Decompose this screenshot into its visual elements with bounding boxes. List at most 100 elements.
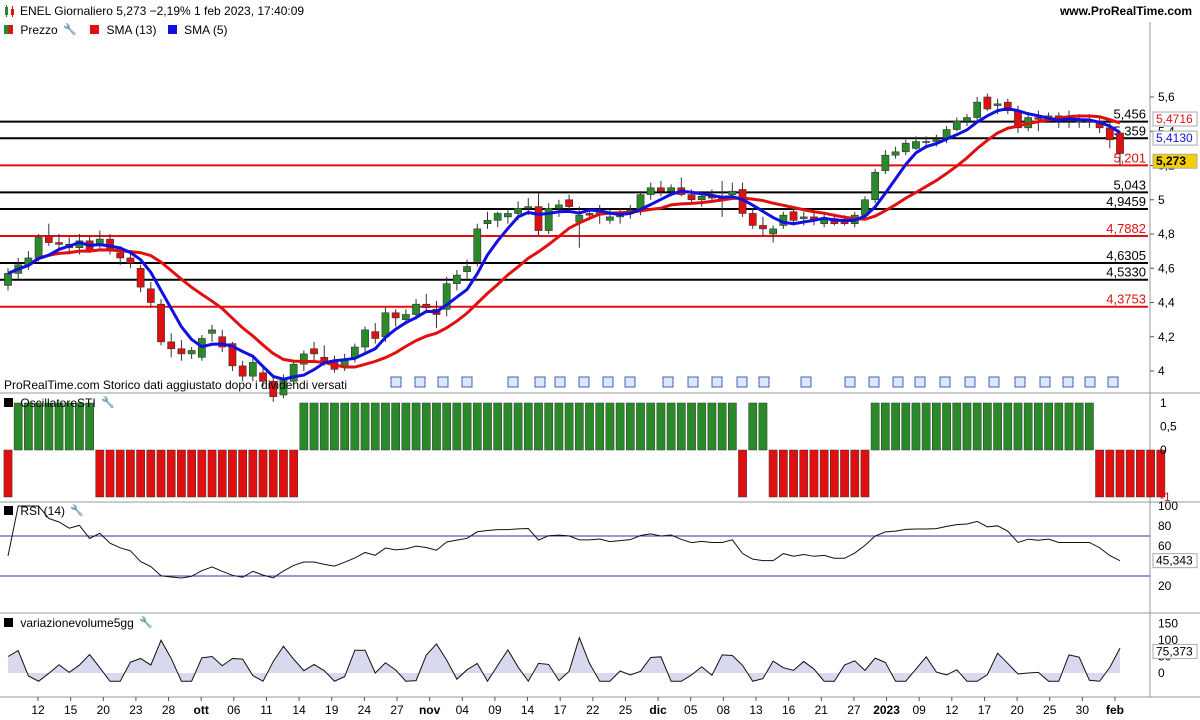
level-label: 4,7882: [1106, 221, 1146, 236]
osc-bar: [707, 402, 717, 451]
info-marker-icon: [914, 376, 926, 388]
candle-body: [789, 211, 798, 221]
sma5-value: 5,4130: [1156, 131, 1193, 145]
candle-body: [534, 206, 543, 231]
osc-bar: [503, 402, 513, 451]
osc-bar: [819, 449, 829, 498]
candle-body: [993, 103, 1002, 106]
rsi-tick-label: 80: [1158, 519, 1172, 533]
wrench-icon[interactable]: 🔧: [139, 616, 153, 629]
x-tick-label: 12: [31, 703, 45, 717]
osc-bar: [177, 449, 186, 498]
candle-body: [453, 274, 461, 284]
info-marker-icon: [624, 376, 636, 388]
candle-body: [555, 204, 563, 209]
x-tick-label: 09: [488, 703, 502, 717]
osc-bar: [932, 402, 941, 451]
osc-bar: [840, 449, 849, 498]
info-marker-icon: [1039, 376, 1051, 388]
candle-body: [585, 213, 594, 216]
info-marker-icon: [1014, 376, 1026, 388]
legend-rsi[interactable]: RSI (14): [20, 504, 65, 518]
osc-bar: [411, 402, 421, 451]
candle-body: [34, 237, 43, 259]
price-tick-label: 4,8: [1158, 227, 1175, 241]
x-tick-label: ott: [194, 703, 209, 717]
x-tick-label: 15: [64, 703, 78, 717]
candle-body: [157, 303, 165, 343]
vol-swatch: [4, 618, 13, 628]
osc-bar: [432, 402, 441, 451]
info-marker-icon: [1084, 376, 1096, 388]
candle-body: [901, 142, 910, 153]
info-marker-icon: [437, 376, 449, 388]
osc-bar: [1125, 449, 1135, 498]
legend-vol[interactable]: variazionevolume5gg: [20, 616, 133, 630]
info-marker-icon: [1062, 376, 1074, 388]
x-tick-label: 22: [586, 703, 600, 717]
x-tick-label: 09: [913, 703, 927, 717]
candle-body: [412, 303, 420, 315]
candle-body: [391, 312, 400, 319]
osc-bar: [370, 402, 380, 451]
osc-bar: [758, 402, 768, 451]
osc-bar: [554, 402, 564, 451]
osc-bar: [564, 402, 574, 451]
osc-bar: [676, 402, 686, 451]
data-note: ProRealTime.com Storico dati aggiustato …: [4, 378, 348, 392]
osc-bar: [360, 402, 370, 451]
osc-bar: [1044, 402, 1053, 451]
x-tick-label: nov: [419, 703, 441, 717]
osc-bar: [1023, 402, 1033, 451]
osc-bar: [340, 402, 350, 451]
x-tick-label: 12: [945, 703, 959, 717]
rsi-legend: RSI (14) 🔧: [0, 503, 90, 519]
candle-body: [1105, 127, 1114, 141]
osc-swatch: [4, 398, 13, 408]
osc-bar: [687, 402, 696, 451]
osc-bar: [381, 402, 390, 451]
candle-body: [371, 331, 380, 339]
osc-bar: [911, 402, 921, 451]
osc-bar: [421, 402, 431, 451]
chart-canvas[interactable]: 5,4565,3595,2015,0434,94594,78824,63054,…: [0, 0, 1200, 720]
price-tick-label: 4,6: [1158, 261, 1175, 275]
x-tick-label: 08: [717, 703, 731, 717]
candle-body: [422, 303, 431, 308]
candle-body: [912, 141, 920, 149]
candle-body: [4, 273, 12, 286]
x-tick-label: 13: [749, 703, 763, 717]
osc-tick-label: 1: [1160, 396, 1167, 410]
level-label: 4,3753: [1106, 292, 1146, 307]
wrench-icon[interactable]: 🔧: [101, 396, 115, 409]
info-marker-icon: [939, 376, 951, 388]
candle-body: [483, 220, 492, 225]
osc-bar: [891, 402, 900, 451]
legend-osc[interactable]: OscillatoreSTI: [20, 396, 95, 410]
candle-body: [748, 213, 757, 226]
candle-body: [208, 329, 216, 334]
osc-bar: [146, 449, 156, 498]
candle-body: [493, 213, 502, 221]
osc-bar: [105, 449, 115, 498]
price-tick-label: 4: [1158, 364, 1165, 378]
osc-bar: [350, 402, 360, 451]
osc-bar: [656, 402, 666, 451]
osc-bar: [309, 402, 319, 451]
x-tick-label: 16: [782, 703, 796, 717]
candle-body: [922, 141, 931, 143]
osc-bar: [3, 449, 13, 498]
candle-body: [871, 172, 880, 201]
osc-tick-label: 0,5: [1160, 420, 1177, 434]
wrench-icon[interactable]: 🔧: [70, 504, 84, 517]
osc-bar: [268, 449, 278, 498]
info-marker-icon: [868, 376, 880, 388]
osc-bar: [452, 402, 462, 451]
candle-body: [891, 151, 900, 156]
osc-bar: [1136, 449, 1145, 498]
info-marker-icon: [534, 376, 546, 388]
osc-bar: [585, 402, 594, 451]
osc-bar: [1064, 402, 1074, 451]
osc-bar: [319, 402, 329, 451]
x-tick-label: 19: [325, 703, 339, 717]
